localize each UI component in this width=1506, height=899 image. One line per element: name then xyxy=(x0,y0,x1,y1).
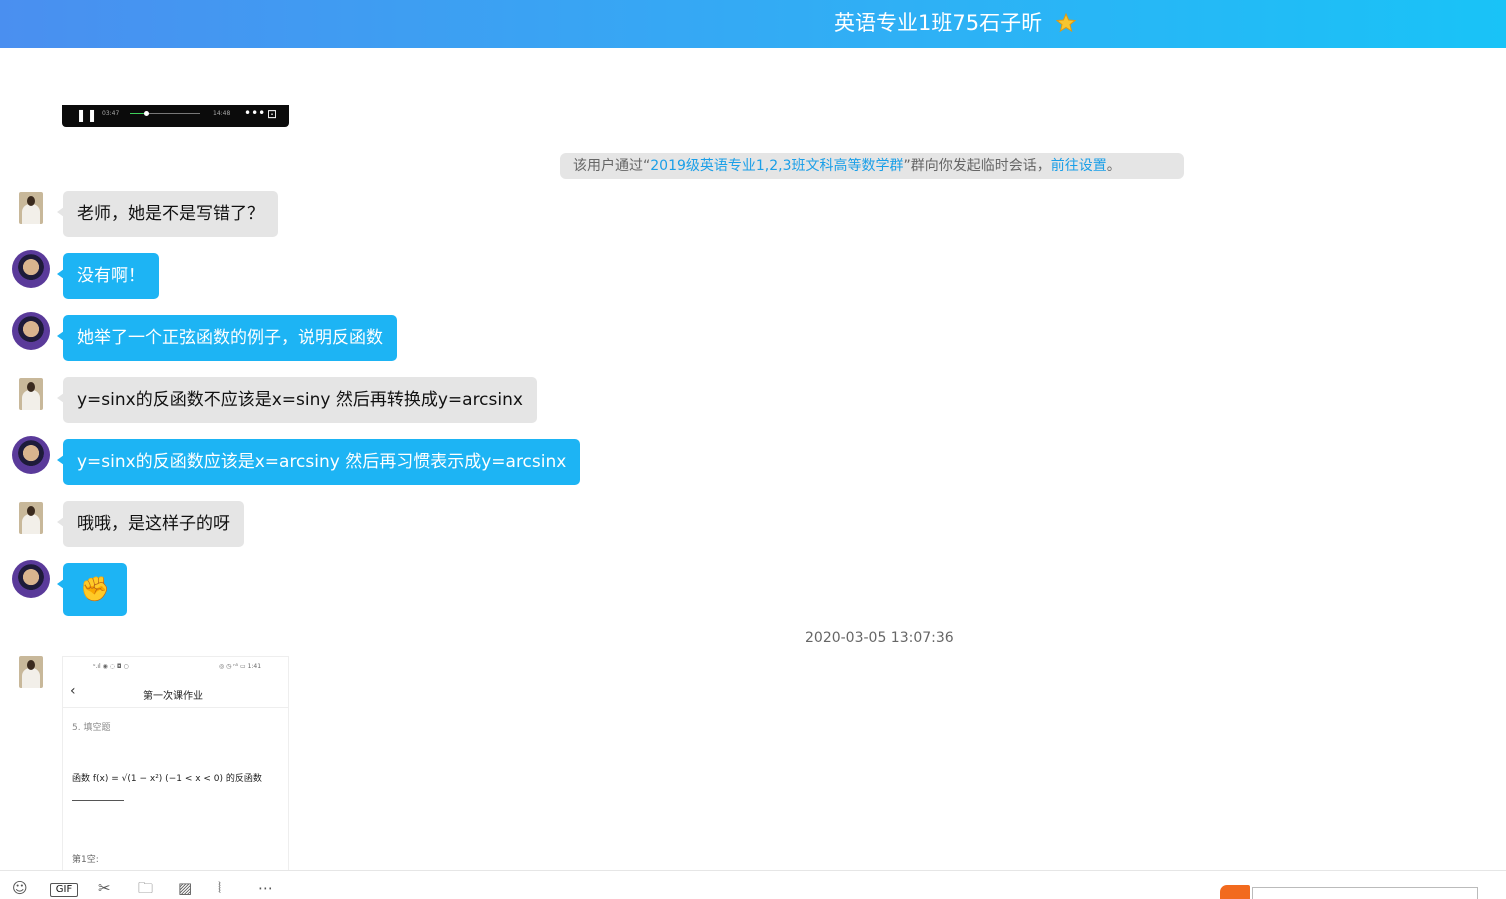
student-avatar[interactable] xyxy=(19,502,43,534)
gif-button[interactable]: GIF xyxy=(50,883,78,897)
teacher-avatar[interactable] xyxy=(12,250,50,288)
teacher-avatar[interactable] xyxy=(12,436,50,474)
emoji-icon[interactable]: ☺ xyxy=(12,880,28,897)
question-number: 5. 填空题 xyxy=(72,723,111,733)
app-logo xyxy=(1220,885,1250,899)
message-bubble[interactable]: 哦哦，是这样子的呀 xyxy=(57,501,244,547)
message-bubble[interactable]: y=sinx的反函数不应该是x=siny 然后再转换成y=arcsinx xyxy=(57,377,537,423)
video-progress-bar[interactable] xyxy=(130,111,200,116)
folder-icon[interactable]: 🗀 xyxy=(138,880,153,897)
chat-header: 英语专业1班75石子昕 xyxy=(0,0,1506,48)
answer-blank xyxy=(72,800,124,801)
image-message[interactable]: ᵘ.ıl ◉ ◌ ◘ ○ ◎ ◷ ⁿ⁵ ▭ 1:41 ‹ 第一次课作业 5. 填… xyxy=(62,656,289,870)
message-timestamp: 2020-03-05 13:07:36 xyxy=(805,630,954,646)
back-icon: ‹ xyxy=(70,683,76,699)
chat-title: 英语专业1班75石子昕 xyxy=(834,11,1043,35)
star-icon[interactable] xyxy=(1056,13,1076,33)
phone-status-left: ᵘ.ıl ◉ ◌ ◘ ○ xyxy=(93,663,129,670)
student-avatar[interactable] xyxy=(19,378,43,410)
answer-label: 第1空: xyxy=(72,855,99,865)
search-field[interactable] xyxy=(1252,887,1478,899)
notice-prefix: 该用户通过“ xyxy=(573,158,651,174)
message-bubble[interactable]: y=sinx的反函数应该是x=arcsiny 然后再习惯表示成y=arcsinx xyxy=(56,439,581,485)
pause-icon[interactable]: ❚❚ xyxy=(76,108,98,122)
more-options-icon[interactable]: ⋯ xyxy=(258,880,273,897)
teacher-avatar[interactable] xyxy=(12,312,50,350)
question-text: 函数 f(x) = √(1 − x²) (−1 < x < 0) 的反函数 xyxy=(72,774,262,784)
divider xyxy=(63,707,288,708)
image-icon[interactable]: ▨ xyxy=(178,880,192,897)
student-avatar[interactable] xyxy=(19,192,43,224)
notice-suffix: 。 xyxy=(1106,158,1121,174)
message-list[interactable]: ❚❚ 03:47 14:48 ••• ⊡ 该用户通过“2019级英语专业1,2,… xyxy=(0,48,1506,870)
message-bubble[interactable]: 她举了一个正弦函数的例子，说明反函数 xyxy=(57,315,397,361)
fullscreen-icon[interactable]: ⊡ xyxy=(267,107,277,121)
message-bubble[interactable]: 老师，她是不是写错了？ xyxy=(57,191,278,237)
go-to-settings-link[interactable]: 前往设置 xyxy=(1051,158,1107,174)
temporary-chat-notice: 该用户通过“2019级英语专业1,2,3班文科高等数学群”群向你发起临时会话，前… xyxy=(560,153,1184,179)
message-bubble[interactable]: 没有啊！ xyxy=(57,253,159,299)
student-avatar[interactable] xyxy=(19,656,43,688)
video-total-time: 14:48 xyxy=(213,110,231,117)
scissors-icon[interactable]: ✂ xyxy=(98,880,111,897)
input-toolbar: ☺ GIF ✂ 🗀 ▨ ⦚ ⋯ xyxy=(0,870,1506,899)
video-progress-knob[interactable] xyxy=(144,111,150,116)
video-player[interactable]: ❚❚ 03:47 14:48 ••• ⊡ xyxy=(62,105,289,127)
teacher-avatar[interactable] xyxy=(12,560,50,598)
phone-status-right: ◎ ◷ ⁿ⁵ ▭ 1:41 xyxy=(219,663,262,670)
fist-emoji-message[interactable]: ✊ xyxy=(57,563,127,616)
homework-title: 第一次课作业 xyxy=(143,691,203,702)
group-name-link[interactable]: 2019级英语专业1,2,3班文科高等数学群 xyxy=(650,158,903,174)
more-icon[interactable]: ••• xyxy=(244,106,265,120)
shake-icon[interactable]: ⦚ xyxy=(218,880,221,897)
notice-middle: ”群向你发起临时会话， xyxy=(903,158,1051,174)
video-current-time: 03:47 xyxy=(102,110,120,117)
